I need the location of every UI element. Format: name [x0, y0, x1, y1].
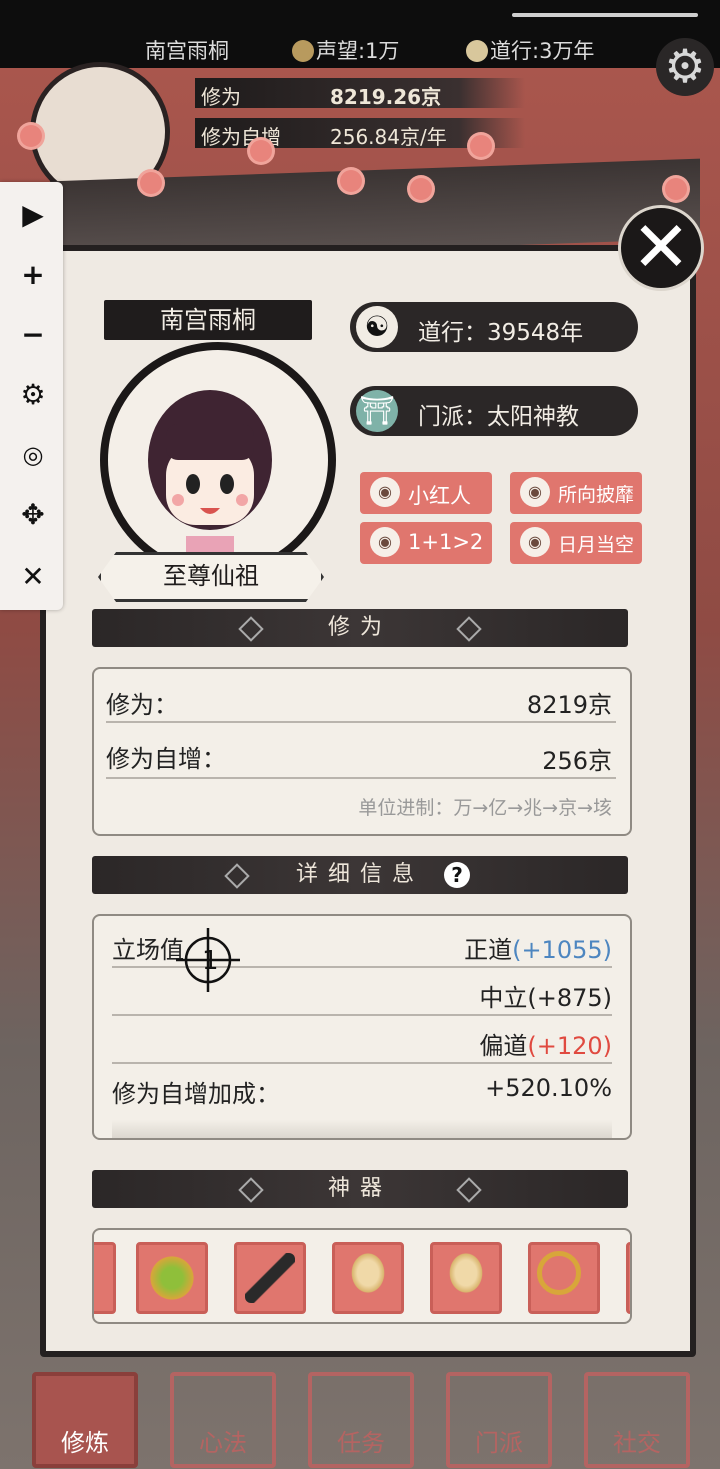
- daoxing-display: 道行:3万年: [466, 35, 594, 65]
- pouch-icon: ◉: [370, 477, 400, 507]
- artifact-slot[interactable]: [136, 1242, 208, 1314]
- blossom-decoration: [340, 170, 362, 192]
- nav-tasks[interactable]: 任务: [308, 1372, 414, 1468]
- growth-value: 256京: [542, 747, 612, 775]
- golden-statue-icon: [441, 1253, 491, 1303]
- row-divider: [106, 721, 616, 723]
- section-cultivation-header: 修为: [92, 609, 628, 647]
- header-cultivation-value: 8219.26京: [330, 85, 442, 109]
- floating-toolbar: ▶ + − ⚙ ◎ ✥ ✕: [0, 182, 63, 610]
- cultivation-box: 修为： 8219京 修为自增： 256京 单位进制：万→亿→兆→京→垓: [92, 667, 632, 836]
- bonus-label: 修为自增加成：: [112, 1080, 280, 1108]
- growth-label: 修为自增：: [106, 745, 226, 773]
- daoxing-value: 道行：39548年: [418, 320, 584, 346]
- plus-icon[interactable]: +: [16, 258, 50, 292]
- daoxing-pill: ☯ 道行：39548年: [350, 302, 638, 352]
- row-divider: [112, 1062, 612, 1064]
- artifact-slot[interactable]: [430, 1242, 502, 1314]
- sun-gear-icon: [147, 1253, 197, 1303]
- hide-eye-icon[interactable]: ◎: [16, 438, 50, 472]
- bonus-value: +520.10%: [485, 1074, 612, 1102]
- stance-row-righteous: 正道(+1055): [464, 936, 612, 964]
- close-icon[interactable]: ✕: [16, 560, 50, 594]
- nav-social[interactable]: 社交: [584, 1372, 690, 1468]
- header-cultivation-row: 修为 8219.26京: [195, 78, 525, 109]
- character-name: 南宫雨桐: [104, 300, 312, 340]
- close-icon: ✕: [631, 206, 691, 288]
- close-panel-button[interactable]: ✕: [618, 205, 704, 291]
- golden-statue-icon: [343, 1253, 393, 1303]
- blossom-decoration: [470, 135, 492, 157]
- pouch-icon: ◉: [520, 477, 550, 507]
- pouch-icon: ◉: [520, 527, 550, 557]
- sect-pill: ⛩ 门派：太阳神教: [350, 386, 638, 436]
- gear-icon[interactable]: ⚙: [16, 378, 50, 412]
- title-tag[interactable]: ◉ 1+1>2: [360, 522, 492, 564]
- crosshair-number: 1: [202, 946, 219, 976]
- artifact-slot[interactable]: [528, 1242, 600, 1314]
- nav-sect[interactable]: 门派: [446, 1372, 552, 1468]
- section-detail-header: 详细信息 ?: [92, 856, 628, 894]
- blossom-decoration: [20, 125, 42, 147]
- crosshair-cursor[interactable]: 1: [176, 928, 240, 992]
- yinyang-icon: [466, 40, 488, 62]
- character-portrait: [100, 342, 336, 578]
- nav-methods[interactable]: 心法: [170, 1372, 276, 1468]
- header-cultivation-label: 修为: [201, 85, 241, 109]
- whip-icon: [537, 1251, 581, 1295]
- player-name: 南宫雨桐: [145, 39, 229, 63]
- sect-value: 门派：太阳神教: [418, 404, 579, 430]
- artifact-slot[interactable]: [626, 1242, 630, 1314]
- settings-gear-icon[interactable]: ⚙: [656, 38, 714, 96]
- reputation-display: 声望:1万: [292, 35, 399, 65]
- minus-icon[interactable]: −: [16, 318, 50, 352]
- stance-row-neutral: 中立(+875): [479, 984, 612, 1012]
- blossom-decoration: [140, 172, 162, 194]
- umbrella-icon: [245, 1253, 295, 1303]
- blossom-decoration: [410, 178, 432, 200]
- yinyang-icon: ☯: [356, 306, 398, 348]
- header-growth-value: 256.84京/年: [330, 125, 447, 149]
- artifact-slot[interactable]: [332, 1242, 404, 1314]
- scroll-fade: [112, 1120, 612, 1138]
- move-icon[interactable]: ✥: [16, 498, 50, 532]
- row-divider: [112, 1014, 612, 1016]
- section-artifact-header: 神器: [92, 1170, 628, 1208]
- character-face-icon: [148, 390, 272, 554]
- blossom-decoration: [250, 140, 272, 162]
- artifact-slot[interactable]: [94, 1242, 116, 1314]
- artifact-row: [92, 1228, 632, 1324]
- cultivation-value: 8219京: [526, 691, 612, 719]
- stance-row-deviant: 偏道(+120): [479, 1032, 612, 1060]
- rank-badge: 至尊仙祖: [98, 552, 324, 602]
- row-divider: [106, 777, 616, 779]
- detail-box: 立场值 正道(+1055) 中立(+875) 偏道(+120) 修为自增加成： …: [92, 914, 632, 1140]
- blossom-decoration: [665, 178, 687, 200]
- system-gesture-bar: [512, 13, 698, 17]
- help-icon[interactable]: ?: [444, 862, 470, 888]
- play-icon[interactable]: ▶: [16, 198, 50, 232]
- cultivation-label: 修为：: [106, 691, 178, 719]
- stance-label: 立场值: [112, 936, 184, 964]
- title-tag[interactable]: ◉ 日月当空: [510, 522, 642, 564]
- reputation-coin-icon: [292, 40, 314, 62]
- pouch-icon: ◉: [370, 527, 400, 557]
- artifact-slot[interactable]: [234, 1242, 306, 1314]
- unit-note: 单位进制：万→亿→兆→京→垓: [358, 797, 612, 819]
- nav-cultivate[interactable]: 修炼: [32, 1372, 138, 1468]
- title-tag[interactable]: ◉ 小红人: [360, 472, 492, 514]
- temple-icon: ⛩: [356, 390, 398, 432]
- title-tag[interactable]: ◉ 所向披靡: [510, 472, 642, 514]
